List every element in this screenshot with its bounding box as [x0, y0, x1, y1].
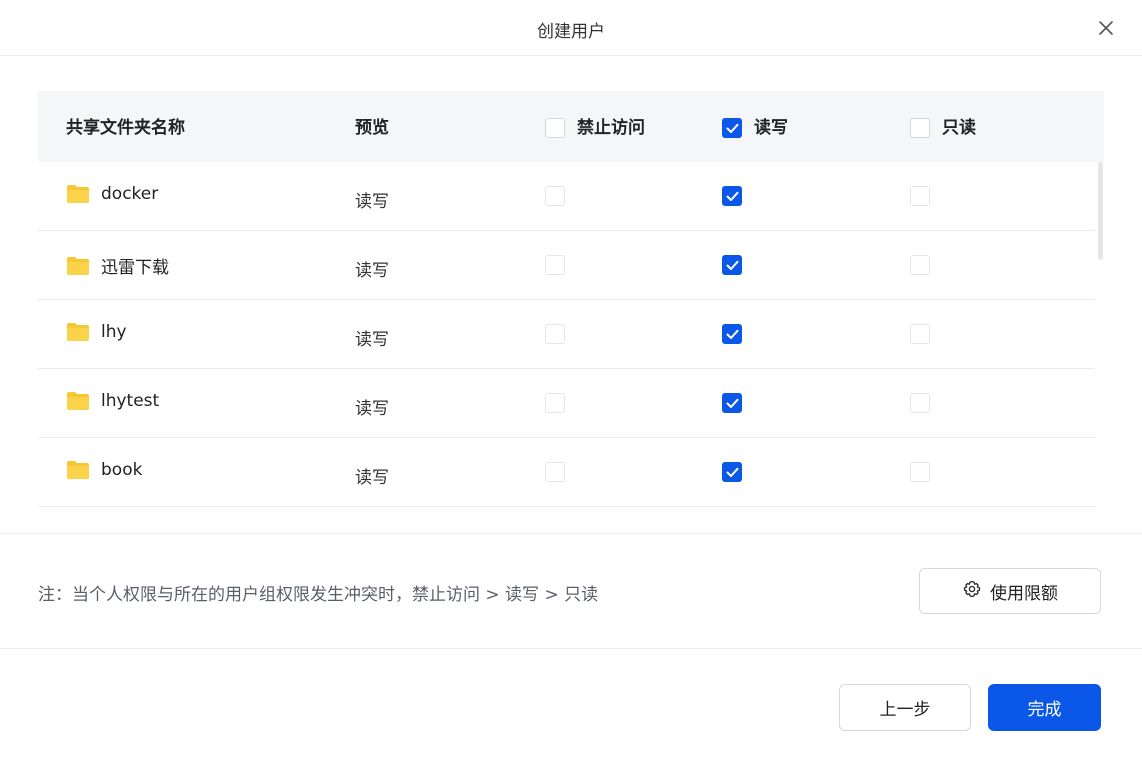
folder-icon: [66, 391, 90, 411]
readwrite-all-checkbox[interactable]: [722, 118, 742, 138]
column-header-readonly: 只读: [910, 116, 976, 140]
folder-cell: docker: [66, 184, 158, 204]
dialog-header: 创建用户: [0, 0, 1142, 56]
quota-button-label: 使用限额: [990, 583, 1058, 604]
preview-value: 读写: [355, 468, 389, 488]
readwrite-header-label: 读写: [754, 118, 788, 138]
readonly-checkbox[interactable]: [910, 324, 930, 344]
folder-cell: lhy: [66, 322, 127, 342]
readonly-checkbox[interactable]: [910, 186, 930, 206]
divider: [0, 533, 1142, 534]
table-row: lhy 读写: [38, 300, 1095, 369]
divider: [0, 648, 1142, 649]
folder-icon: [66, 256, 90, 276]
preview-value: 读写: [355, 399, 389, 419]
readwrite-checkbox[interactable]: [722, 462, 742, 482]
table-header: 共享文件夹名称 预览 禁止访问 读写 只读: [38, 91, 1104, 162]
folder-cell: 迅雷下载: [66, 253, 169, 278]
readonly-checkbox[interactable]: [910, 462, 930, 482]
permission-conflict-note: 注：当个人权限与所在的用户组权限发生冲突时，禁止访问 > 读写 > 只读: [38, 585, 599, 605]
quota-button[interactable]: 使用限额: [919, 568, 1101, 614]
readonly-checkbox[interactable]: [910, 255, 930, 275]
table-row: book 读写: [38, 438, 1095, 507]
folder-name: lhytest: [101, 391, 160, 411]
readonly-all-checkbox[interactable]: [910, 118, 930, 138]
folder-icon: [66, 460, 90, 480]
folder-icon: [66, 322, 90, 342]
folder-name: docker: [101, 184, 159, 204]
table-body: docker 读写 迅雷下载 读写 lhy 读写 lhytest 读写 book…: [38, 162, 1095, 507]
finish-button[interactable]: 完成: [988, 684, 1101, 731]
readwrite-checkbox[interactable]: [722, 324, 742, 344]
readwrite-checkbox[interactable]: [722, 186, 742, 206]
deny-checkbox[interactable]: [545, 186, 565, 206]
readonly-header-label: 只读: [942, 118, 976, 138]
deny-header-label: 禁止访问: [577, 118, 645, 138]
gear-icon: [962, 579, 982, 604]
readonly-checkbox[interactable]: [910, 393, 930, 413]
folder-name: lhy: [101, 322, 127, 342]
preview-value: 读写: [355, 261, 389, 281]
column-header-name: 共享文件夹名称: [66, 118, 185, 138]
column-header-readwrite: 读写: [722, 116, 788, 140]
column-header-deny: 禁止访问: [545, 116, 645, 140]
deny-checkbox[interactable]: [545, 462, 565, 482]
previous-step-button[interactable]: 上一步: [839, 684, 971, 731]
close-icon[interactable]: [1096, 18, 1116, 38]
deny-all-checkbox[interactable]: [545, 118, 565, 138]
folder-name: book: [101, 460, 143, 480]
deny-checkbox[interactable]: [545, 393, 565, 413]
folder-cell: book: [66, 460, 142, 480]
table-row: lhytest 读写: [38, 369, 1095, 438]
readwrite-checkbox[interactable]: [722, 393, 742, 413]
column-header-preview: 预览: [355, 118, 389, 138]
folder-cell: lhytest: [66, 391, 159, 411]
deny-checkbox[interactable]: [545, 324, 565, 344]
table-row: docker 读写: [38, 162, 1095, 231]
folder-icon: [66, 184, 90, 204]
preview-value: 读写: [355, 192, 389, 212]
dialog-title: 创建用户: [537, 22, 605, 42]
deny-checkbox[interactable]: [545, 255, 565, 275]
readwrite-checkbox[interactable]: [722, 255, 742, 275]
table-scrollbar[interactable]: [1098, 162, 1103, 260]
table-row: 迅雷下载 读写: [38, 231, 1095, 300]
preview-value: 读写: [355, 330, 389, 350]
permissions-table: 共享文件夹名称 预览 禁止访问 读写 只读 docker 读写 迅雷下载 读写 …: [38, 91, 1104, 515]
folder-name: 迅雷下载: [101, 258, 169, 278]
